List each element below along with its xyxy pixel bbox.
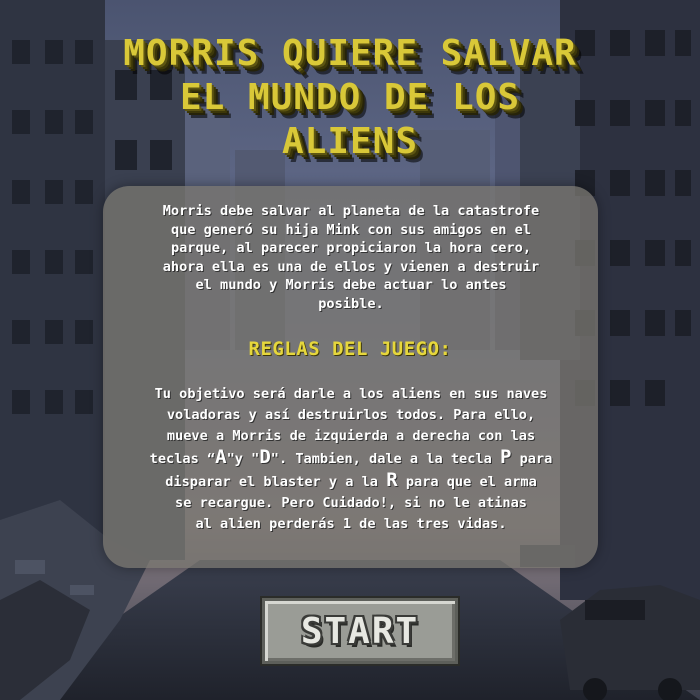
rules-line-segment: ". Tambien, dale a la tecla — [270, 451, 500, 467]
key-left: A — [215, 446, 227, 468]
rules-line-segment: teclas “ — [149, 451, 216, 467]
title-line-1: MORRIS QUIERE SALVAR — [123, 33, 577, 74]
rules-line: Tu objetivo será darle a los aliens en s… — [154, 386, 548, 402]
story-line: que generó su hija Mink con sus amigos e… — [170, 221, 532, 238]
rules-line-segment: para — [511, 451, 553, 467]
key-reload: R — [386, 469, 398, 491]
rules-line-segment: "y " — [226, 451, 260, 467]
game-title: MORRIS QUIERE SALVAR EL MUNDO DE LOS ALI… — [0, 32, 700, 164]
key-fire: P — [499, 446, 512, 468]
story-line: el mundo y Morris debe actuar lo antes — [195, 277, 507, 293]
rules-line: al alien perderás 1 de las tres vidas. — [195, 516, 507, 532]
rules-text: Tu objetivo será darle a los aliens en s… — [110, 384, 592, 535]
story-line: Morris debe salvar al planeta de la cata… — [162, 203, 540, 219]
rules-line: mueve a Morris de izquierda a derecha co… — [166, 428, 536, 444]
story-line: posible. — [318, 295, 384, 312]
rules-line-segment: para que el arma — [397, 474, 537, 490]
rules-heading: REGLAS DEL JUEGO: — [248, 338, 452, 360]
start-button-label: START — [300, 610, 420, 652]
rules-line: voladoras y así destruirlos todos. Para … — [166, 407, 536, 423]
title-line-3: ALIENS — [281, 121, 419, 162]
story-text: Morris debe salvar al planeta de la cata… — [118, 202, 584, 313]
title-line-2: EL MUNDO DE LOS — [179, 77, 521, 118]
story-line: parque, al parecer propiciaron la hora c… — [170, 240, 532, 256]
rules-line-segment: disparar el blaster y a la — [165, 474, 387, 490]
key-right: D — [259, 446, 271, 468]
start-button[interactable]: START — [262, 598, 458, 664]
rules-line: se recargue. Pero Cuidado!, si no le ati… — [175, 495, 527, 511]
story-line: ahora ella es una de ellos y vienen a de… — [162, 258, 540, 275]
